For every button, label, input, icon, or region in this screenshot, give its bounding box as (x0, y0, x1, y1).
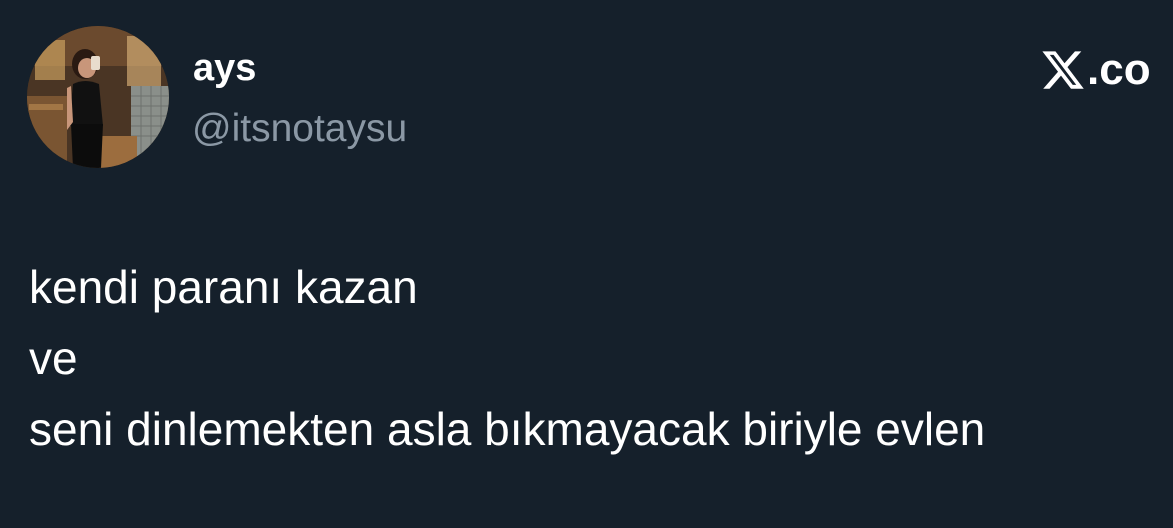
user-handle[interactable]: @itsnotaysu (192, 105, 407, 153)
logo-domain-text: .co (1087, 45, 1151, 94)
tweet-line: ve (29, 332, 78, 384)
x-logo-icon (1040, 47, 1086, 93)
tweet-line: seni dinlemekten asla bıkmayacak biriyle… (29, 403, 986, 455)
avatar-photo (27, 26, 169, 168)
x-logo[interactable]: .co (1040, 42, 1151, 98)
tweet-text: kendi paranı kazan ve seni dinlemekten a… (29, 252, 985, 465)
display-name[interactable]: ays (193, 44, 256, 92)
avatar[interactable] (27, 26, 169, 168)
tweet-line: kendi paranı kazan (29, 261, 418, 313)
